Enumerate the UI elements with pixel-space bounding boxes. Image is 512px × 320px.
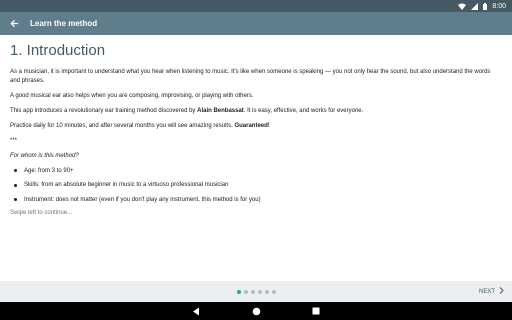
swipe-hint: Swipe left to continue... [10, 210, 73, 216]
page-title: Learn the method [30, 19, 98, 28]
bullet-icon [14, 198, 17, 201]
list-item: Age: from 3 to 90+ [10, 167, 502, 175]
back-button[interactable] [0, 12, 28, 35]
bullet-icon [14, 183, 17, 187]
nav-recents-icon[interactable] [310, 305, 322, 317]
status-bar: 8:00 [0, 0, 512, 12]
paragraph: As a musician, it is important to unders… [10, 69, 491, 84]
guarantee-text: Guaranteed! [234, 122, 270, 129]
back-arrow-icon [9, 15, 19, 33]
paragraph: This app introduces a revolutionary ear … [10, 107, 364, 114]
page-dot-active [236, 289, 241, 294]
page-dot [243, 289, 248, 294]
list-item: Instrument: does not matter (even if you… [10, 196, 502, 204]
separator: *** [10, 137, 18, 144]
wifi-icon [458, 3, 467, 10]
author-name: Alain Benbassat [197, 107, 244, 114]
question: For whom is this method? [10, 152, 79, 159]
list-item: Skills: from an absolute beginner in mus… [10, 181, 502, 189]
battery-icon [483, 2, 488, 10]
nav-home-icon[interactable] [250, 305, 262, 317]
app-bar: Learn the method [0, 12, 512, 35]
page-dot [264, 289, 269, 294]
page-dot [271, 289, 276, 294]
chevron-right-icon [499, 287, 504, 296]
nav-back-icon[interactable] [190, 305, 202, 317]
page-indicator [236, 289, 276, 294]
page-dot [250, 289, 255, 294]
status-time: 8:00 [492, 2, 506, 10]
paragraph: Practice daily for 10 minutes, and after… [10, 122, 270, 129]
section-heading: 1. Introduction [10, 42, 106, 59]
pager-bar: NEXT [0, 281, 512, 302]
bullet-icon [14, 169, 17, 172]
paragraph: A good musical ear also helps when you a… [10, 92, 254, 99]
next-label: NEXT [478, 288, 495, 295]
next-button[interactable]: NEXT [479, 281, 504, 302]
system-nav-bar [0, 302, 512, 320]
intro-content: 1. Introduction As a musician, it is imp… [10, 42, 502, 216]
signal-icon [471, 2, 479, 10]
audience-list: Age: from 3 to 90+ Skills: from an absol… [10, 167, 502, 204]
page-dot [257, 289, 262, 294]
